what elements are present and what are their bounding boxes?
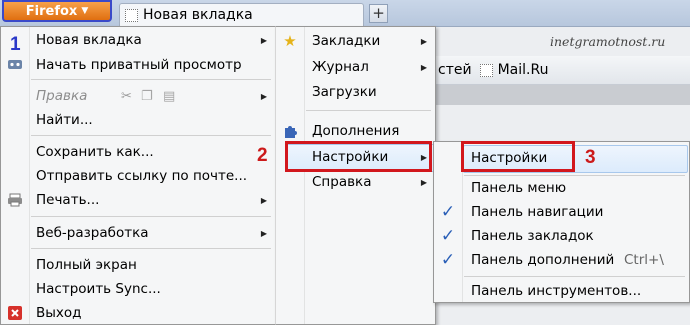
star-icon: ★ [283, 32, 297, 50]
menu-item-edit[interactable]: Правка ✂ ❐ ▤ ▶ [1, 84, 275, 108]
menu-item-addons[interactable]: Дополнения [276, 119, 435, 143]
menu-label: Полный экран [36, 257, 137, 273]
menu-item-downloads[interactable]: Загрузки [276, 80, 435, 104]
firefox-right-menu: ★ Закладки ▶ Журнал ▶ Загрузки Дополнени… [275, 26, 436, 325]
submenu-item-customize[interactable]: Панель инструментов... [434, 279, 689, 303]
menu-item-fullscreen[interactable]: Полный экран [1, 253, 275, 277]
menu-label: Веб-разработка [36, 225, 149, 241]
menu-label: Правка [36, 88, 88, 104]
copy-icon: ❐ [141, 88, 153, 104]
menu-label: Закладки [312, 33, 381, 49]
menu-item-save-as[interactable]: Сохранить как... [1, 140, 275, 164]
submenu-item-bookmarks-bar[interactable]: ✓ Панель закладок [434, 224, 689, 248]
menu-label: Начать приватный просмотр [36, 57, 242, 73]
menu-item-find[interactable]: Найти... [1, 108, 275, 132]
menu-label: Новая вкладка [36, 32, 142, 48]
menu-item-exit[interactable]: Выход [1, 301, 275, 325]
annotation-box-settings [285, 141, 432, 172]
annotation-number-3: 3 [585, 147, 596, 168]
menu-item-sync[interactable]: Настроить Sync... [1, 277, 275, 301]
page-icon [479, 63, 493, 77]
menu-label: Панель навигации [471, 204, 604, 220]
toolbar-stripe [430, 85, 690, 105]
menu-label: Дополнения [312, 123, 400, 139]
submenu-arrow-icon: ▶ [420, 36, 427, 46]
menu-label: Панель закладок [471, 228, 594, 244]
menu-label: Панель меню [471, 180, 567, 196]
menu-label: Панель дополнений [471, 252, 615, 268]
submenu-item-nav-bar[interactable]: ✓ Панель навигации [434, 200, 689, 224]
submenu-arrow-icon: ▶ [260, 91, 267, 101]
menu-separator [31, 216, 271, 217]
exit-icon [7, 305, 23, 321]
submenu-item-menu-bar[interactable]: Панель меню [434, 176, 689, 200]
menu-label: Выход [36, 305, 82, 321]
menu-item-new-tab[interactable]: Новая вкладка ▶ [1, 28, 275, 52]
bookmark-mailru[interactable]: Mail.Ru [479, 62, 549, 78]
menu-item-history[interactable]: Журнал ▶ [276, 55, 435, 79]
firefox-main-menu: Новая вкладка ▶ Начать приватный просмот… [0, 26, 276, 325]
submenu-arrow-icon: ▶ [260, 195, 267, 205]
tab-title: Новая вкладка [143, 7, 253, 23]
checkmark-icon: ✓ [440, 250, 456, 270]
menu-item-private-browsing[interactable]: Начать приватный просмотр [1, 53, 275, 77]
submenu-arrow-icon: ▶ [420, 177, 427, 187]
bookmark-partial[interactable]: стей [438, 62, 472, 78]
firefox-button-label: Firefox [25, 3, 78, 19]
menu-item-bookmarks[interactable]: ★ Закладки ▶ [276, 29, 435, 53]
menu-item-help[interactable]: Справка ▶ [276, 170, 435, 194]
annotation-box-settings-submenu [461, 141, 575, 172]
page-icon [125, 8, 138, 22]
site-watermark: inetgramotnost.ru [550, 34, 666, 49]
checkmark-icon: ✓ [440, 202, 456, 222]
submenu-arrow-icon: ▶ [260, 228, 267, 238]
bookmark-mailru-label: Mail.Ru [497, 62, 549, 78]
menu-label: Панель инструментов... [471, 283, 642, 299]
menu-label: Отправить ссылку по почте... [36, 168, 248, 184]
tab-strip: Firefox ▼ Новая вкладка + [0, 0, 690, 27]
menu-label: Печать... [36, 192, 100, 208]
annotation-number-2: 2 [257, 145, 268, 166]
dropdown-arrow-icon: ▼ [81, 6, 89, 16]
menu-item-print[interactable]: Печать... ▶ [1, 188, 275, 212]
menu-label: Справка [312, 174, 372, 190]
bookmarks-toolbar: стей Mail.Ru [430, 56, 690, 85]
menu-item-send-link[interactable]: Отправить ссылку по почте... [1, 164, 275, 188]
checkmark-icon: ✓ [440, 226, 456, 246]
menu-label: Сохранить как... [36, 144, 154, 160]
tab-new-tab[interactable]: Новая вкладка [119, 3, 364, 26]
submenu-arrow-icon: ▶ [420, 62, 427, 72]
menu-label: Журнал [312, 59, 369, 75]
menu-label: Настроить Sync... [36, 281, 161, 297]
menu-separator [464, 276, 685, 277]
submenu-arrow-icon: ▶ [260, 35, 267, 45]
puzzle-icon [282, 123, 298, 139]
firefox-menu-button[interactable]: Firefox ▼ [2, 0, 112, 22]
menu-label: Загрузки [312, 84, 377, 100]
menu-separator [31, 135, 271, 136]
new-tab-button[interactable]: + [369, 4, 388, 23]
menu-separator [31, 79, 271, 80]
paste-icon: ▤ [163, 88, 176, 104]
printer-icon [7, 192, 23, 208]
menu-separator [31, 248, 271, 249]
menu-item-web-developer[interactable]: Веб-разработка ▶ [1, 221, 275, 245]
menu-separator [306, 110, 431, 111]
cut-icon: ✂ [121, 88, 132, 104]
shortcut-label: Ctrl+\ [624, 252, 664, 268]
menu-label: Найти... [36, 112, 93, 128]
submenu-item-addon-bar[interactable]: ✓ Панель дополнений Ctrl+\ [434, 248, 689, 272]
private-mask-icon [7, 57, 23, 73]
annotation-number-1: 1 [10, 34, 21, 55]
